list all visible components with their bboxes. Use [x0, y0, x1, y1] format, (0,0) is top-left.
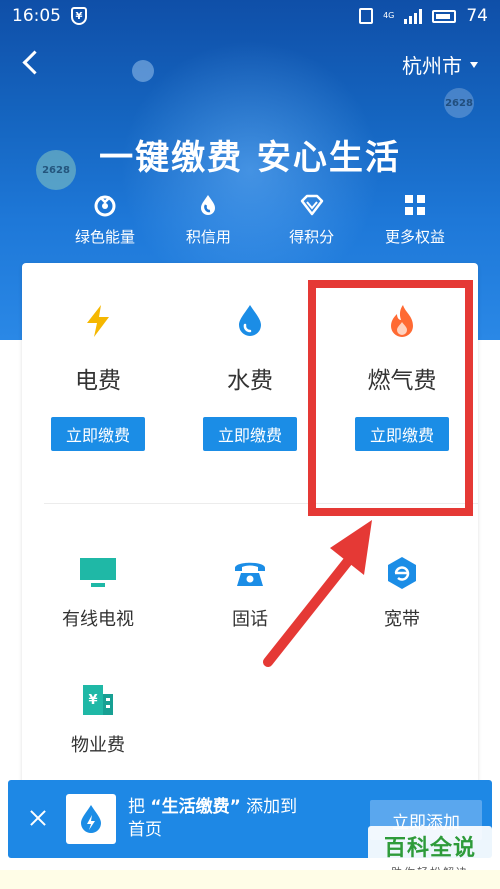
pay-electricity-button[interactable]: 立即缴费 — [51, 417, 145, 451]
svg-text:¥: ¥ — [88, 693, 97, 708]
battery-icon — [432, 9, 457, 23]
lightning-icon — [80, 303, 116, 339]
battery-level: 74 — [466, 6, 488, 26]
city-label: 杭州市 — [402, 54, 462, 78]
close-icon[interactable] — [28, 808, 48, 828]
bill-name: 水费 — [227, 368, 273, 394]
service-name: 物业费 — [71, 735, 125, 756]
decor-bubble — [132, 60, 154, 82]
service-property-fee[interactable]: ¥ 物业费 — [22, 681, 174, 757]
status-bar: 16:05 ¥ 4G 74 — [0, 0, 500, 32]
benefit-points[interactable]: 得积分 — [267, 192, 357, 247]
broadband-icon — [382, 555, 422, 591]
benefit-label: 得积分 — [289, 228, 335, 246]
credit-drop-icon — [195, 192, 221, 218]
signal-icon — [404, 8, 423, 24]
app-icon — [66, 794, 116, 844]
back-button[interactable] — [20, 50, 44, 78]
service-name: 固话 — [232, 609, 268, 630]
benefit-label: 积信用 — [185, 228, 231, 246]
telephone-icon — [230, 555, 270, 591]
service-name: 有线电视 — [62, 609, 134, 630]
highlight-box — [308, 280, 473, 516]
leaf-medal-icon — [92, 192, 118, 218]
water-drop-icon — [232, 303, 268, 339]
shield-icon: ¥ — [71, 7, 87, 25]
bill-name: 电费 — [75, 368, 121, 394]
benefit-label: 绿色能量 — [74, 228, 135, 246]
banner-message: 把 “生活缴费” 添加到 首页 — [128, 797, 298, 840]
chevron-down-icon — [470, 61, 478, 68]
network-type: 4G — [383, 11, 395, 20]
benefits-row: 绿色能量 积信用 得积分 更多权益 — [60, 192, 460, 247]
decor-bubble: 2628 — [444, 88, 474, 118]
benefit-green-energy[interactable]: 绿色能量 — [60, 192, 150, 247]
vibrate-icon — [359, 8, 374, 24]
service-cable-tv[interactable]: 有线电视 — [22, 555, 174, 631]
status-time: 16:05 — [12, 6, 61, 26]
bill-water[interactable]: 水费 立即缴费 — [174, 303, 326, 451]
pay-water-button[interactable]: 立即缴费 — [203, 417, 297, 451]
service-landline[interactable]: 固话 — [174, 555, 326, 631]
grid-icon — [402, 192, 428, 218]
city-selector[interactable]: 杭州市 — [402, 50, 478, 79]
tv-icon — [78, 555, 118, 591]
benefit-credit[interactable]: 积信用 — [163, 192, 253, 247]
service-name: 宽带 — [384, 609, 420, 630]
service-broadband[interactable]: 宽带 — [326, 555, 478, 631]
bill-electricity[interactable]: 电费 立即缴费 — [22, 303, 174, 451]
building-icon: ¥ — [78, 681, 118, 717]
page-slogan: 一键缴费 安心生活 — [99, 138, 401, 178]
diamond-icon — [299, 192, 325, 218]
benefit-label: 更多权益 — [384, 228, 445, 246]
benefit-more[interactable]: 更多权益 — [370, 192, 460, 247]
